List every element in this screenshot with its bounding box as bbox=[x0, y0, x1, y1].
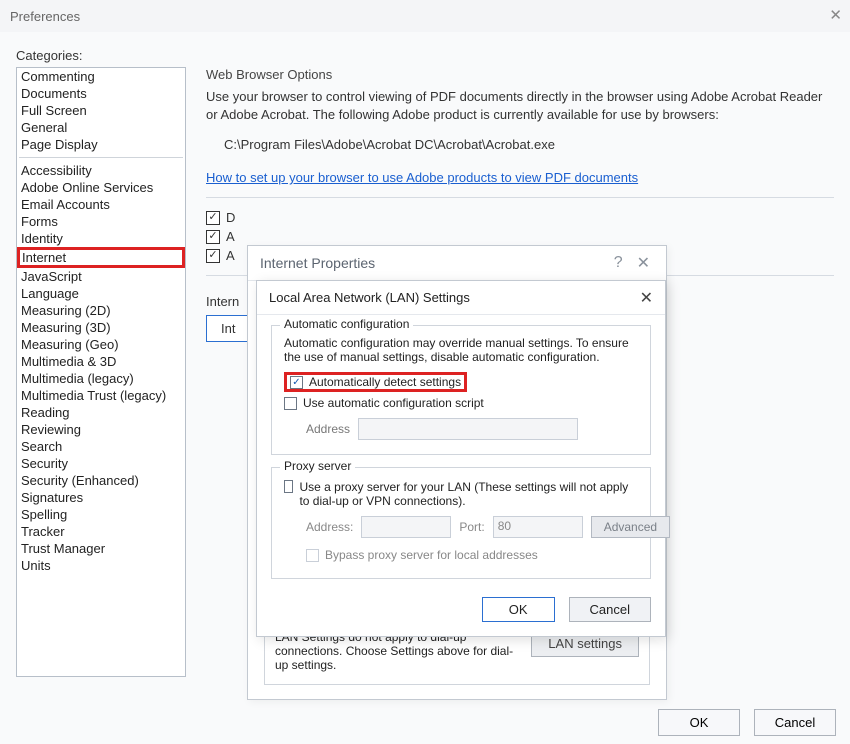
auto-script-label: Use automatic configuration script bbox=[303, 396, 484, 410]
bypass-label: Bypass proxy server for local addresses bbox=[325, 548, 538, 562]
sidebar-item-forms[interactable]: Forms bbox=[17, 213, 185, 230]
sidebar-item-measuring-2d-[interactable]: Measuring (2D) bbox=[17, 302, 185, 319]
automatic-configuration-group: Automatic configuration Automatic config… bbox=[271, 325, 651, 455]
sidebar-item-documents[interactable]: Documents bbox=[17, 85, 185, 102]
auto-detect-label: Automatically detect settings bbox=[309, 375, 461, 389]
categories-label: Categories: bbox=[16, 48, 834, 63]
option-checkbox[interactable] bbox=[206, 249, 220, 263]
close-icon[interactable]: ✕ bbox=[829, 6, 842, 24]
ok-button[interactable]: OK bbox=[658, 709, 740, 736]
close-icon[interactable]: ✕ bbox=[640, 288, 653, 308]
option-checkbox[interactable] bbox=[206, 211, 220, 225]
help-link[interactable]: How to set up your browser to use Adobe … bbox=[206, 170, 638, 185]
sidebar-item-multimedia-trust-legacy-[interactable]: Multimedia Trust (legacy) bbox=[17, 387, 185, 404]
sidebar-item-multimedia-3d[interactable]: Multimedia & 3D bbox=[17, 353, 185, 370]
option-label: A bbox=[226, 229, 235, 244]
bypass-checkbox bbox=[306, 549, 319, 562]
auto-script-checkbox[interactable] bbox=[284, 397, 297, 410]
script-address-label: Address bbox=[306, 422, 350, 436]
sidebar-item-spelling[interactable]: Spelling bbox=[17, 506, 185, 523]
sidebar-divider bbox=[19, 157, 183, 158]
sidebar-item-security-enhanced-[interactable]: Security (Enhanced) bbox=[17, 472, 185, 489]
lan-dialog-title: Local Area Network (LAN) Settings bbox=[269, 290, 470, 305]
section-desc: Use your browser to control viewing of P… bbox=[206, 88, 834, 123]
sidebar-item-language[interactable]: Language bbox=[17, 285, 185, 302]
lan-settings-dialog: Local Area Network (LAN) Settings ✕ Auto… bbox=[256, 280, 666, 637]
proxy-legend: Proxy server bbox=[280, 459, 355, 473]
sidebar-item-full-screen[interactable]: Full Screen bbox=[17, 102, 185, 119]
preferences-footer: OK Cancel bbox=[658, 709, 836, 736]
script-address-input bbox=[358, 418, 578, 440]
proxy-port-input: 80 bbox=[493, 516, 583, 538]
help-icon[interactable]: ? bbox=[604, 254, 633, 272]
option-row: D bbox=[206, 210, 834, 225]
categories-sidebar: CommentingDocumentsFull ScreenGeneralPag… bbox=[16, 67, 186, 677]
sidebar-item-accessibility[interactable]: Accessibility bbox=[17, 162, 185, 179]
sidebar-item-adobe-online-services[interactable]: Adobe Online Services bbox=[17, 179, 185, 196]
sidebar-item-commenting[interactable]: Commenting bbox=[17, 68, 185, 85]
section-title: Web Browser Options bbox=[206, 67, 834, 82]
auto-detect-highlight: Automatically detect settings bbox=[284, 372, 467, 392]
cancel-button[interactable]: Cancel bbox=[754, 709, 836, 736]
lan-ok-button[interactable]: OK bbox=[482, 597, 555, 622]
proxy-address-input bbox=[361, 516, 451, 538]
use-proxy-checkbox[interactable] bbox=[284, 480, 293, 493]
sidebar-item-multimedia-legacy-[interactable]: Multimedia (legacy) bbox=[17, 370, 185, 387]
window-title: Preferences bbox=[10, 9, 80, 24]
divider bbox=[206, 197, 834, 198]
lan-cancel-button[interactable]: Cancel bbox=[569, 597, 651, 622]
option-label: A bbox=[226, 248, 235, 263]
sidebar-item-page-display[interactable]: Page Display bbox=[17, 136, 185, 153]
option-label: D bbox=[226, 210, 235, 225]
sidebar-item-email-accounts[interactable]: Email Accounts bbox=[17, 196, 185, 213]
use-proxy-label: Use a proxy server for your LAN (These s… bbox=[299, 480, 638, 508]
advanced-button[interactable]: Advanced bbox=[591, 516, 670, 538]
sidebar-item-trust-manager[interactable]: Trust Manager bbox=[17, 540, 185, 557]
sidebar-item-internet[interactable]: Internet bbox=[17, 247, 185, 268]
option-checkbox[interactable] bbox=[206, 230, 220, 244]
sidebar-item-identity[interactable]: Identity bbox=[17, 230, 185, 247]
sidebar-item-javascript[interactable]: JavaScript bbox=[17, 268, 185, 285]
sidebar-item-measuring-geo-[interactable]: Measuring (Geo) bbox=[17, 336, 185, 353]
sidebar-item-units[interactable]: Units bbox=[17, 557, 185, 574]
titlebar: Preferences ✕ bbox=[0, 0, 850, 32]
sidebar-item-signatures[interactable]: Signatures bbox=[17, 489, 185, 506]
sidebar-item-reviewing[interactable]: Reviewing bbox=[17, 421, 185, 438]
sidebar-item-measuring-3d-[interactable]: Measuring (3D) bbox=[17, 319, 185, 336]
internet-properties-title: Internet Properties bbox=[260, 255, 375, 271]
auto-detect-checkbox[interactable] bbox=[290, 376, 303, 389]
product-path: C:\Program Files\Adobe\Acrobat DC\Acroba… bbox=[224, 137, 834, 152]
sidebar-item-tracker[interactable]: Tracker bbox=[17, 523, 185, 540]
sidebar-item-general[interactable]: General bbox=[17, 119, 185, 136]
sidebar-item-reading[interactable]: Reading bbox=[17, 404, 185, 421]
sidebar-item-search[interactable]: Search bbox=[17, 438, 185, 455]
autocfg-legend: Automatic configuration bbox=[280, 317, 413, 331]
internet-settings-button[interactable]: Int bbox=[206, 315, 250, 342]
sidebar-item-security[interactable]: Security bbox=[17, 455, 185, 472]
close-icon[interactable]: ✕ bbox=[633, 253, 654, 273]
proxy-server-group: Proxy server Use a proxy server for your… bbox=[271, 467, 651, 579]
option-row: A bbox=[206, 229, 834, 244]
proxy-address-label: Address: bbox=[306, 520, 353, 534]
autocfg-hint: Automatic configuration may override man… bbox=[284, 336, 638, 364]
proxy-port-label: Port: bbox=[459, 520, 484, 534]
